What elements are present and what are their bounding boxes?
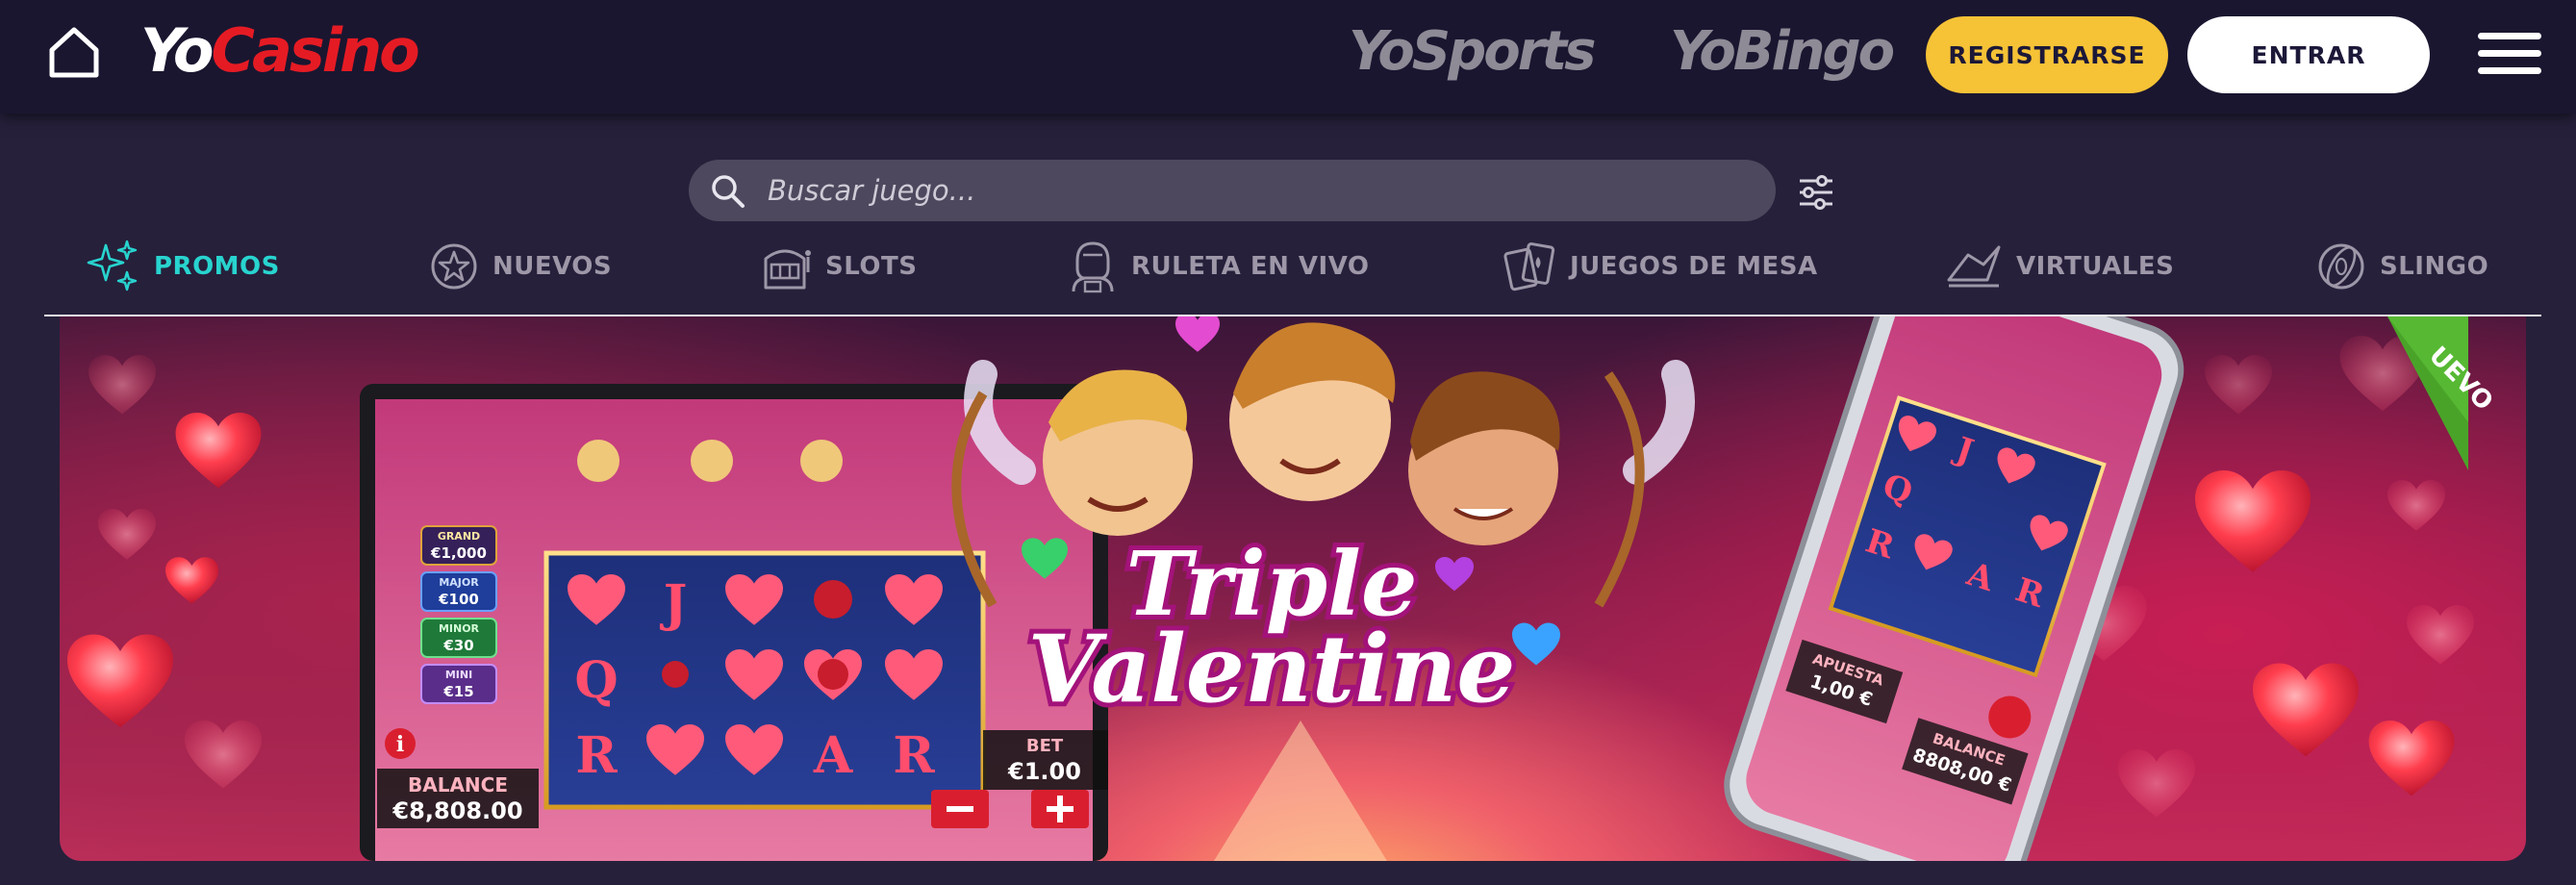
nav-item-slots[interactable]: SLOTS <box>758 233 917 300</box>
virtual-sports-icon <box>1947 245 2001 288</box>
svg-text:MINI: MINI <box>445 669 472 681</box>
svg-text:MAJOR: MAJOR <box>439 576 479 589</box>
live-dealer-icon <box>1072 241 1114 293</box>
new-star-badge-icon <box>431 243 477 290</box>
hamburger-menu-icon[interactable] <box>2476 29 2543 79</box>
svg-text:€15: €15 <box>442 683 473 700</box>
yocasino-logo[interactable]: YoCasino <box>140 15 420 86</box>
yobingo-link[interactable]: YoBingo <box>1670 23 1895 81</box>
nav-item-virtuales[interactable]: VIRTUALES <box>1945 233 2174 300</box>
banner-artwork: UEVO GRAND €1,000 MAJOR €100 MINOR €30 M… <box>67 316 2498 861</box>
svg-text:GRAND: GRAND <box>438 530 480 543</box>
nav-item-nuevos[interactable]: NUEVOS <box>429 233 612 300</box>
promo-banner-triple-valentine[interactable]: UEVO GRAND €1,000 MAJOR €100 MINOR €30 M… <box>60 316 2526 861</box>
home-icon[interactable] <box>44 23 104 81</box>
nav-label-promos: PROMOS <box>154 252 280 281</box>
search-icon <box>712 175 745 208</box>
login-button[interactable]: ENTRAR <box>2187 16 2430 93</box>
sparkles-icon <box>87 240 138 291</box>
nav-label-juegos-de-mesa: JUEGOS DE MESA <box>1570 252 1818 281</box>
svg-text:€100: €100 <box>438 591 479 608</box>
svg-text:A: A <box>813 726 853 785</box>
nav-item-ruleta-en-vivo[interactable]: RULETA EN VIVO <box>1068 233 1370 300</box>
playing-cards-icon <box>1503 242 1555 291</box>
svg-text:J: J <box>660 574 688 633</box>
logo-casino-text: Casino <box>211 15 420 86</box>
nav-item-juegos-de-mesa[interactable]: JUEGOS DE MESA <box>1503 233 1818 300</box>
search-bar[interactable] <box>689 160 1776 221</box>
slingo-ball-icon <box>2318 243 2364 290</box>
svg-text:BET: BET <box>1026 736 1064 756</box>
nav-item-slingo[interactable]: SLINGO <box>2316 233 2488 300</box>
svg-text:Q: Q <box>574 651 618 710</box>
yosports-link[interactable]: YoSports <box>1349 23 1596 81</box>
new-corner-ribbon: UEVO <box>2387 316 2498 470</box>
svg-text:MINOR: MINOR <box>439 622 480 635</box>
svg-text:€1.00: €1.00 <box>1007 758 1081 785</box>
logo-yo-text: Yo <box>140 15 214 86</box>
svg-text:Valentine: Valentine <box>1028 615 1516 723</box>
svg-text:€8,808.00: €8,808.00 <box>391 797 522 824</box>
slot-reels: J Q R A R <box>543 550 986 810</box>
svg-text:€30: €30 <box>442 637 473 654</box>
filter-sliders-icon[interactable] <box>1797 173 1835 212</box>
nav-label-slingo: SLINGO <box>2380 252 2489 281</box>
slot-machine-icon <box>764 249 811 290</box>
nav-label-slots: SLOTS <box>825 252 918 281</box>
search-input[interactable] <box>768 160 1749 221</box>
balance-display: BALANCE €8,808.00 <box>377 769 539 828</box>
svg-text:BALANCE: BALANCE <box>408 773 508 796</box>
svg-text:i: i <box>396 732 404 757</box>
svg-text:R: R <box>893 726 935 785</box>
nav-label-ruleta-en-vivo: RULETA EN VIVO <box>1131 252 1370 281</box>
svg-text:R: R <box>575 726 618 785</box>
svg-text:€1,000: €1,000 <box>430 544 487 562</box>
nav-item-promos[interactable]: PROMOS <box>87 233 280 300</box>
top-header: YoCasino YoSports YoBingo REGISTRARSE EN… <box>0 0 2576 114</box>
register-button[interactable]: REGISTRARSE <box>1926 16 2168 93</box>
nav-label-virtuales: VIRTUALES <box>2016 252 2175 281</box>
nav-label-nuevos: NUEVOS <box>492 252 613 281</box>
